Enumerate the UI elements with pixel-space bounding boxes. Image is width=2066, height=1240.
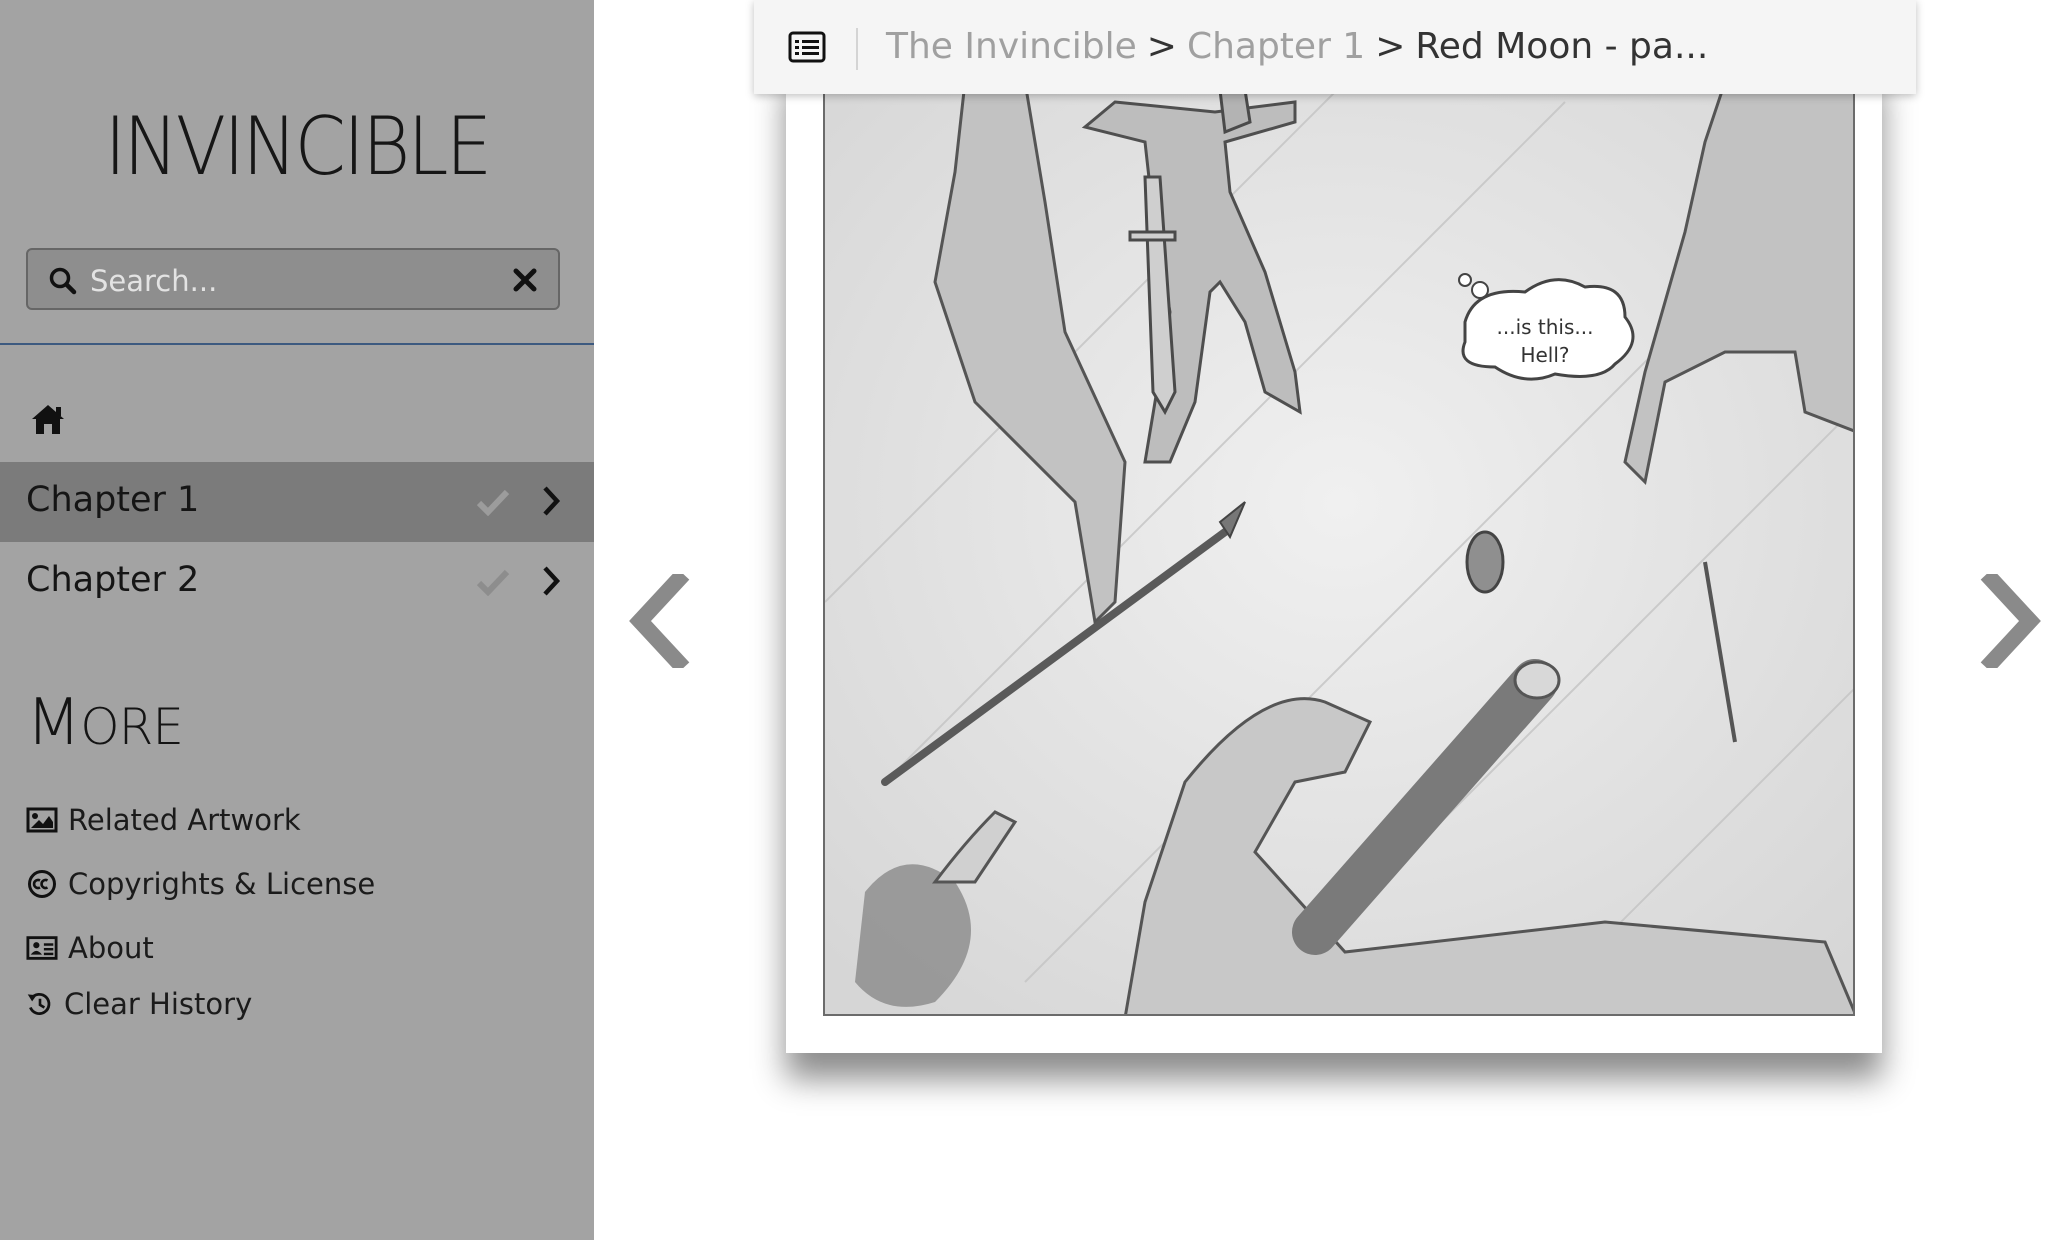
- search-icon: [49, 267, 77, 295]
- creative-commons-icon: [28, 870, 56, 898]
- related-artwork-link[interactable]: Related Artwork: [26, 798, 301, 842]
- check-icon: [476, 489, 510, 516]
- check-icon: [476, 569, 510, 596]
- chevron-right-icon[interactable]: [540, 564, 562, 598]
- more-heading: MORE: [26, 686, 184, 760]
- home-icon[interactable]: [30, 402, 66, 436]
- related-artwork-label: Related Artwork: [68, 803, 301, 837]
- about-label: About: [68, 931, 154, 965]
- chapter-label: Chapter 2: [26, 560, 200, 600]
- image-icon: [26, 807, 58, 833]
- previous-page-arrow-icon[interactable]: [628, 574, 690, 668]
- clear-history-label: Clear History: [64, 987, 253, 1021]
- top-bar-separator: [856, 28, 858, 70]
- breadcrumb-book[interactable]: The Invincible: [886, 26, 1137, 67]
- search-box: [26, 248, 560, 310]
- breadcrumb-separator: >: [1146, 26, 1177, 67]
- clear-search-icon[interactable]: [512, 267, 538, 293]
- search-input[interactable]: [88, 258, 492, 304]
- thought-bubble: ...is this... Hell?: [1458, 273, 1635, 381]
- sidebar-item-chapter-2[interactable]: Chapter 2: [0, 542, 594, 622]
- next-page-arrow-icon[interactable]: [1980, 574, 2042, 668]
- id-card-icon: [26, 936, 58, 960]
- thought-bubble-line-2: Hell?: [1520, 343, 1569, 367]
- about-link[interactable]: About: [26, 926, 154, 970]
- breadcrumb-separator: >: [1375, 26, 1406, 67]
- breadcrumb-current-page: Red Moon - pa...: [1415, 26, 1709, 67]
- sidebar-item-chapter-1[interactable]: Chapter 1: [0, 462, 594, 542]
- comic-page-image: ...is this... Hell?: [823, 80, 1855, 1016]
- table-of-contents-icon[interactable]: [788, 31, 826, 63]
- breadcrumb: The Invincible > Chapter 1 > Red Moon - pa..…: [886, 26, 1708, 67]
- site-title[interactable]: INVINCIBLE: [24, 100, 570, 193]
- copyrights-license-link[interactable]: Copyrights & License: [26, 862, 375, 906]
- copyrights-license-label: Copyrights & License: [68, 867, 376, 901]
- chevron-right-icon[interactable]: [540, 484, 562, 518]
- sidebar: INVINCIBLE Chapter 1 Chapter 2: [0, 0, 594, 1240]
- top-bar: The Invincible > Chapter 1 > Red Moon - pa..…: [754, 0, 1916, 94]
- breadcrumb-chapter[interactable]: Chapter 1: [1187, 26, 1365, 67]
- more-heading-first: M: [26, 686, 81, 760]
- thought-bubble-line-1: ...is this...: [1497, 315, 1594, 339]
- history-icon: [27, 992, 51, 1015]
- clear-history-link[interactable]: Clear History: [26, 982, 252, 1026]
- more-heading-rest: ORE: [80, 698, 184, 756]
- chapter-label: Chapter 1: [26, 480, 200, 520]
- sidebar-divider: [0, 343, 594, 345]
